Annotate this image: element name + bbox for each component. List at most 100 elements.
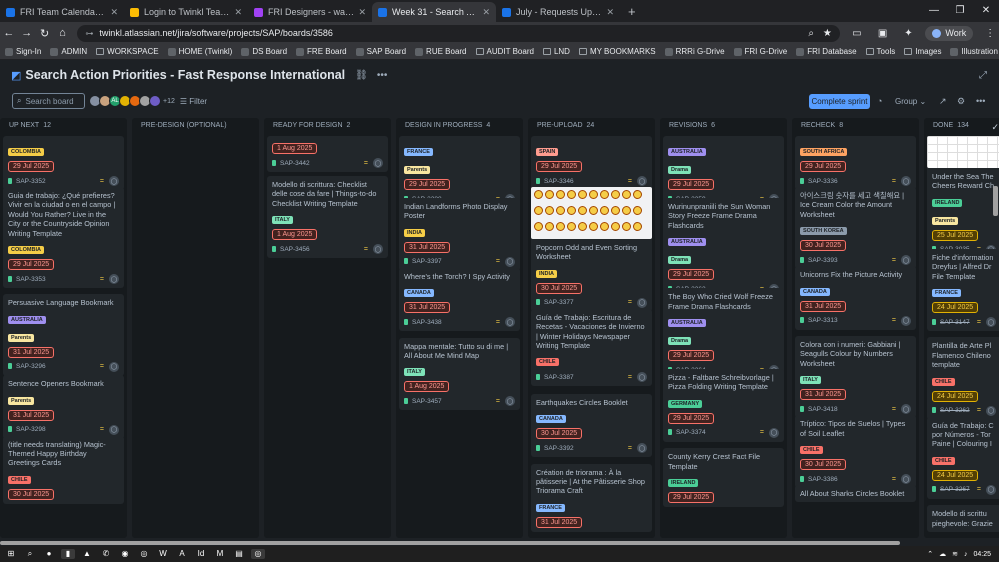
issue-key[interactable]: SAP-3353 [8, 276, 100, 283]
issue-card[interactable]: SOUTH AFRICA 29 Jul 2025 SAP-3336 = ◯ [795, 136, 916, 190]
issue-key[interactable]: SAP-3418 [800, 406, 892, 413]
avatar-more[interactable]: +12 [163, 95, 175, 107]
bookmark[interactable]: Illustration Search [950, 47, 999, 56]
assignee-avatar[interactable]: ◯ [109, 361, 119, 372]
assignee-avatar[interactable]: ◯ [505, 396, 515, 407]
bookmark[interactable]: WORKSPACE [96, 47, 159, 56]
insights-icon[interactable]: ↗ [939, 96, 947, 107]
app-icon[interactable]: ▮ [61, 549, 75, 559]
close-icon[interactable]: ✕ [606, 7, 614, 18]
whatsapp-icon[interactable]: ✆ [99, 549, 113, 559]
puzzle-icon[interactable]: ✦ [900, 28, 918, 39]
assignee-avatar[interactable]: ◯ [986, 405, 996, 416]
assignee-avatar[interactable]: ◯ [109, 424, 119, 435]
issue-card[interactable]: The Boy Who Cried Wolf Freeze Frame Dram… [663, 288, 784, 379]
profile-button[interactable]: Work [925, 25, 974, 41]
issue-key[interactable]: SAP-3336 [800, 178, 892, 185]
search-icon[interactable]: ⌕ [23, 549, 37, 559]
issue-card[interactable]: Popcorn Odd and Even Sorting Worksheet IN… [531, 187, 652, 312]
bookmark[interactable]: AUDIT Board [475, 47, 534, 56]
issue-key[interactable]: SAP-3387 [536, 374, 628, 381]
issue-card[interactable]: Unicorns Fix the Picture Activity CANADA 3… [795, 266, 916, 330]
issue-key[interactable]: SAP-3377 [536, 299, 628, 306]
issue-card[interactable]: Guía de Trabajo: C por Números - Tor Pai… [927, 416, 999, 499]
issue-key[interactable]: SAP-3457 [404, 398, 496, 405]
menu-icon[interactable]: ⋮ [981, 28, 999, 39]
assignee-avatar[interactable]: ◯ [373, 244, 383, 255]
assignee-avatar[interactable]: ◯ [505, 317, 515, 328]
app-icon[interactable]: ◉ [118, 549, 132, 559]
settings-icon[interactable]: ⚙ [957, 96, 965, 107]
bookmark[interactable]: Images [904, 47, 941, 56]
bookmark-star-icon[interactable]: ★ [823, 28, 832, 39]
assignee-avatar[interactable]: ◯ [901, 404, 911, 415]
assignee-avatar[interactable]: ◯ [901, 255, 911, 266]
bookmark[interactable]: SAP Board [355, 47, 406, 56]
bookmark[interactable]: FRE Board [296, 47, 347, 56]
close-icon[interactable]: ✕ [358, 7, 366, 18]
issue-card[interactable]: Pizza - Faltbare Schreibvorlage | Pizza … [663, 369, 784, 442]
more-icon[interactable]: ••• [976, 96, 985, 106]
browser-tab[interactable]: Login to Twinkl Teaching Reso✕ [124, 2, 248, 22]
cloud-icon[interactable]: ☁ [939, 550, 946, 558]
assignee-avatar[interactable]: ◯ [637, 297, 647, 308]
indesign-icon[interactable]: Id [194, 549, 208, 559]
issue-card[interactable]: Sentence Openers Bookmark Parents 31 Jul 2… [3, 375, 124, 439]
bookmark[interactable]: LND [542, 47, 570, 56]
issue-card[interactable]: SPAIN 29 Jul 2025 SAP-3346 = ◯ [531, 136, 652, 190]
bookmark[interactable]: HOME (Twinkl) [167, 47, 232, 56]
assignee-avatar[interactable]: ◯ [505, 256, 515, 267]
issue-key[interactable]: SAP-3374 [668, 429, 760, 436]
assignee-avatar[interactable]: ◯ [901, 176, 911, 186]
folder-icon[interactable]: ▤ [232, 549, 246, 559]
issue-key[interactable]: SAP-3386 [800, 476, 892, 483]
assignee-avatar[interactable]: ◯ [769, 427, 779, 438]
assignee-avatar[interactable]: ◯ [637, 176, 647, 186]
cast-icon[interactable]: ▭ [848, 28, 866, 39]
close-icon[interactable]: ✕ [234, 7, 242, 18]
issue-key[interactable]: SAP-3267 [932, 486, 977, 493]
assignee-avatar[interactable]: ◯ [109, 176, 119, 186]
spotify-icon[interactable]: ● [42, 549, 56, 559]
bookmark[interactable]: Tools [865, 47, 895, 56]
search-input[interactable]: ⌕ Search board [12, 93, 85, 109]
browser-tab[interactable]: July - Requests Updates Event✕ [496, 2, 620, 22]
browser-tab[interactable]: FRI Designers - wade.mackint✕ [248, 2, 372, 22]
assignee-avatar[interactable]: ◯ [986, 484, 996, 495]
issue-key[interactable]: SAP-3296 [8, 363, 100, 370]
assignee-avatar[interactable]: ◯ [637, 372, 647, 383]
issue-card[interactable]: Under the Sea The Cheers Reward Ch IRELAN… [927, 136, 999, 259]
close-icon[interactable]: ✕ [110, 7, 118, 18]
bookmark[interactable]: Sign-In [5, 47, 41, 56]
share-icon[interactable]: ⛓ [355, 70, 368, 81]
reload-icon[interactable]: ↻ [36, 27, 54, 40]
word-icon[interactable]: W [156, 549, 170, 559]
search-icon[interactable]: ⌕ [808, 28, 814, 39]
bookmark[interactable]: ADMIN [50, 47, 87, 56]
issue-key[interactable]: SAP-3147 [932, 319, 977, 326]
bookmark[interactable]: RRRi G-Drive [664, 47, 725, 56]
issue-card[interactable]: Earthquakes Circles Booklet CANADA 30 Jul … [531, 393, 652, 458]
extension-icon[interactable]: ▣ [874, 28, 892, 39]
assignee-avatar[interactable]: ◯ [986, 317, 996, 328]
issue-card[interactable]: Guía de Trabajo: Escritura de Recetas - … [531, 308, 652, 387]
bookmark[interactable]: FRI Database [796, 47, 857, 56]
issue-card[interactable]: Modello di scrittu pieghevole: Grazie [927, 505, 999, 532]
issue-card[interactable]: Where's the Torch? I Spy Activity CANADA 3… [399, 267, 520, 332]
issue-key[interactable]: SAP-3442 [272, 160, 364, 167]
issue-key[interactable]: SAP-3392 [536, 445, 628, 452]
close-window-button[interactable]: ✕ [973, 0, 999, 20]
issue-card[interactable]: COLOMBIA 29 Jul 2025 SAP-3352 = ◯ [3, 136, 124, 190]
issue-card[interactable]: Wurinunpraniili the Sun Woman Story Free… [663, 198, 784, 299]
back-icon[interactable]: ← [0, 27, 18, 39]
assignee-avatar[interactable]: ◯ [901, 474, 911, 484]
issue-card[interactable]: Fiche d'information Dreyfus | Alfred Dr … [927, 248, 999, 332]
gmail-icon[interactable]: M [213, 549, 227, 559]
issue-key[interactable]: SAP-3298 [8, 426, 100, 433]
bookmark[interactable]: RUE Board [415, 47, 467, 56]
bookmark[interactable]: FRI G-Drive [733, 47, 787, 56]
new-tab-button[interactable]: + [628, 2, 636, 22]
volume-icon[interactable]: ♪ [964, 551, 968, 558]
close-icon[interactable]: ✕ [482, 7, 490, 18]
issue-card[interactable]: County Kerry Crest Fact File Template IRE… [663, 448, 784, 507]
